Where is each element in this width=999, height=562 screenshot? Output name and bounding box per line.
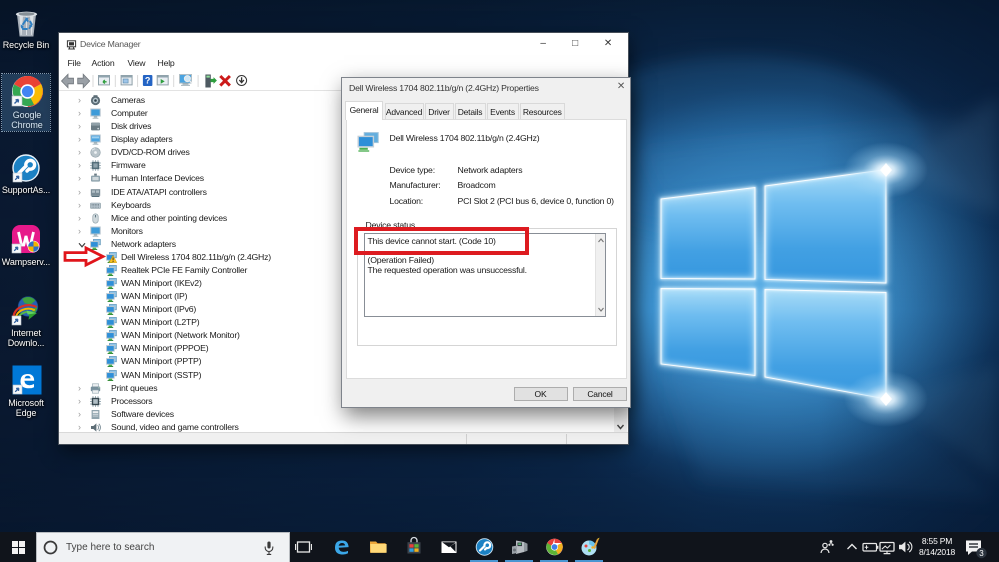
svg-text:?: ? xyxy=(145,76,150,86)
svg-text:3: 3 xyxy=(979,549,984,558)
